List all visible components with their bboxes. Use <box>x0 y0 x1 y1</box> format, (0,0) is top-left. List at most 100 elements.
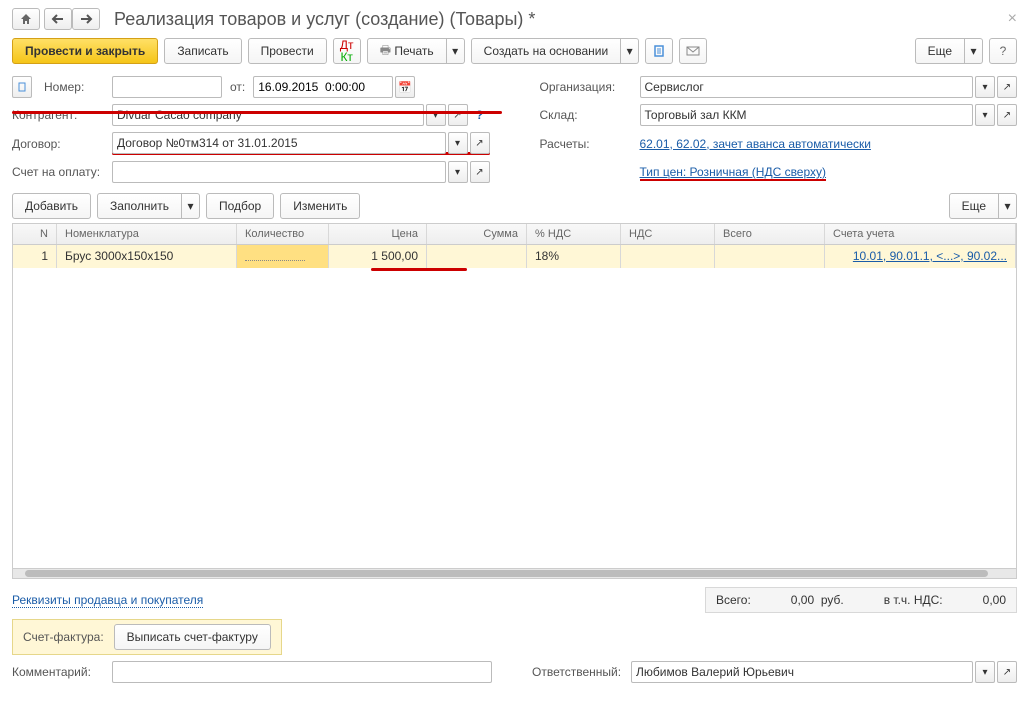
responsible-open[interactable]: ↗ <box>997 661 1017 683</box>
counterparty-input[interactable]: Divuar Cacao company <box>112 104 424 126</box>
contract-dropdown[interactable]: ▾ <box>448 132 468 154</box>
cell-total[interactable] <box>715 245 825 268</box>
table-row[interactable]: 1 Брус 3000х150х150 1 500,00 18% 10.01, … <box>13 245 1016 268</box>
help-button[interactable]: ? <box>989 38 1017 64</box>
totals-value: 0,00 <box>791 593 814 607</box>
number-input[interactable] <box>112 76 222 98</box>
col-quantity[interactable]: Количество <box>237 224 329 244</box>
org-label: Организация: <box>540 80 630 94</box>
responsible-input[interactable]: Любимов Валерий Юрьевич <box>631 661 973 683</box>
date-input[interactable] <box>253 76 393 98</box>
org-input[interactable]: Сервислог <box>640 76 974 98</box>
highlight-line <box>371 268 467 271</box>
help-icon: ? <box>1000 44 1007 58</box>
close-button[interactable]: × <box>1008 10 1017 28</box>
org-dropdown[interactable]: ▾ <box>975 76 995 98</box>
page-title: Реализация товаров и услуг (создание) (Т… <box>114 9 1004 30</box>
vat-label: в т.ч. НДС: <box>884 593 943 607</box>
items-table: N Номенклатура Количество Цена Сумма % Н… <box>12 223 1017 579</box>
col-price[interactable]: Цена <box>329 224 427 244</box>
back-button[interactable] <box>44 8 72 30</box>
document-icon <box>652 44 666 58</box>
table-empty-area <box>13 268 1016 568</box>
contract-open[interactable]: ↗ <box>470 132 490 154</box>
invoice-dropdown[interactable]: ▾ <box>448 161 468 183</box>
cell-vat-pct[interactable]: 18% <box>527 245 621 268</box>
calc-label: Расчеты: <box>540 137 630 151</box>
mail-button[interactable] <box>679 38 707 64</box>
arrow-right-icon <box>79 13 93 25</box>
cell-price[interactable]: 1 500,00 <box>329 245 427 268</box>
col-n[interactable]: N <box>13 224 57 244</box>
horizontal-scrollbar[interactable] <box>13 568 1016 578</box>
table-more-button[interactable]: Еще <box>949 193 999 219</box>
home-button[interactable] <box>12 8 40 30</box>
create-based-dropdown[interactable]: ▾ <box>621 38 639 64</box>
col-total[interactable]: Всего <box>715 224 825 244</box>
counterparty-dropdown[interactable]: ▾ <box>426 104 446 126</box>
contract-label: Договор: <box>12 137 102 151</box>
warehouse-open[interactable]: ↗ <box>997 104 1017 126</box>
chevron-down-icon: ▾ <box>627 44 633 58</box>
seller-buyer-link[interactable]: Реквизиты продавца и покупателя <box>12 593 203 608</box>
comment-input[interactable] <box>112 661 492 683</box>
printer-icon: 🖶 <box>380 41 391 62</box>
more-button[interactable]: Еще <box>915 38 965 64</box>
col-sum[interactable]: Сумма <box>427 224 527 244</box>
col-nomenclature[interactable]: Номенклатура <box>57 224 237 244</box>
responsible-dropdown[interactable]: ▾ <box>975 661 995 683</box>
invoice-label: Счет на оплату: <box>12 165 102 179</box>
number-label: Номер: <box>44 80 84 94</box>
write-button[interactable]: Записать <box>164 38 241 64</box>
cell-quantity[interactable] <box>237 245 329 268</box>
print-button[interactable]: 🖶 Печать <box>367 38 447 64</box>
pickup-button[interactable]: Подбор <box>206 193 274 219</box>
contract-input[interactable]: Договор №0тм314 от 31.01.2015 <box>112 132 446 154</box>
responsible-label: Ответственный: <box>532 665 621 679</box>
fill-button[interactable]: Заполнить <box>97 193 182 219</box>
arrow-left-icon <box>51 13 65 25</box>
price-type-link[interactable]: Тип цен: Розничная (НДС сверху) <box>640 165 827 181</box>
more-dropdown[interactable]: ▾ <box>965 38 983 64</box>
mail-icon <box>686 45 700 57</box>
attach-button[interactable] <box>645 38 673 64</box>
print-dropdown[interactable]: ▾ <box>447 38 465 64</box>
fill-dropdown[interactable]: ▾ <box>182 193 200 219</box>
post-and-close-button[interactable]: Провести и закрыть <box>12 38 158 64</box>
warehouse-input[interactable]: Торговый зал ККМ <box>640 104 974 126</box>
create-based-button[interactable]: Создать на основании <box>471 38 622 64</box>
sf-button[interactable]: Выписать счет-фактуру <box>114 624 271 650</box>
chevron-down-icon: ▾ <box>970 44 976 58</box>
calc-link[interactable]: 62.01, 62.02, зачет аванса автоматически <box>640 137 871 151</box>
cell-accounts[interactable]: 10.01, 90.01.1, <...>, 90.02... <box>825 245 1016 268</box>
col-accounts[interactable]: Счета учета <box>825 224 1016 244</box>
counterparty-help[interactable]: ? <box>470 104 490 126</box>
pin-button[interactable] <box>12 76 32 98</box>
warehouse-dropdown[interactable]: ▾ <box>975 104 995 126</box>
pin-icon <box>16 81 28 93</box>
scroll-thumb[interactable] <box>25 570 988 577</box>
print-label: Печать <box>394 44 433 58</box>
cell-sum[interactable] <box>427 245 527 268</box>
cell-nomenclature[interactable]: Брус 3000х150х150 <box>57 245 237 268</box>
chevron-down-icon: ▾ <box>452 44 458 58</box>
col-vat-pct[interactable]: % НДС <box>527 224 621 244</box>
cell-nds[interactable] <box>621 245 715 268</box>
comment-label: Комментарий: <box>12 665 102 679</box>
table-more-dropdown[interactable]: ▾ <box>999 193 1017 219</box>
change-button[interactable]: Изменить <box>280 193 360 219</box>
forward-button[interactable] <box>72 8 100 30</box>
cell-n[interactable]: 1 <box>13 245 57 268</box>
home-icon <box>19 12 33 26</box>
counterparty-open[interactable]: ↗ <box>448 104 468 126</box>
add-button[interactable]: Добавить <box>12 193 91 219</box>
totals-label: Всего: <box>716 593 751 607</box>
dt-kt-button[interactable]: ДтКт <box>333 38 361 64</box>
org-open[interactable]: ↗ <box>997 76 1017 98</box>
calendar-icon: 📅 <box>398 81 412 94</box>
col-nds[interactable]: НДС <box>621 224 715 244</box>
calendar-button[interactable]: 📅 <box>395 76 415 98</box>
post-button[interactable]: Провести <box>248 38 327 64</box>
invoice-open[interactable]: ↗ <box>470 161 490 183</box>
invoice-input[interactable] <box>112 161 446 183</box>
